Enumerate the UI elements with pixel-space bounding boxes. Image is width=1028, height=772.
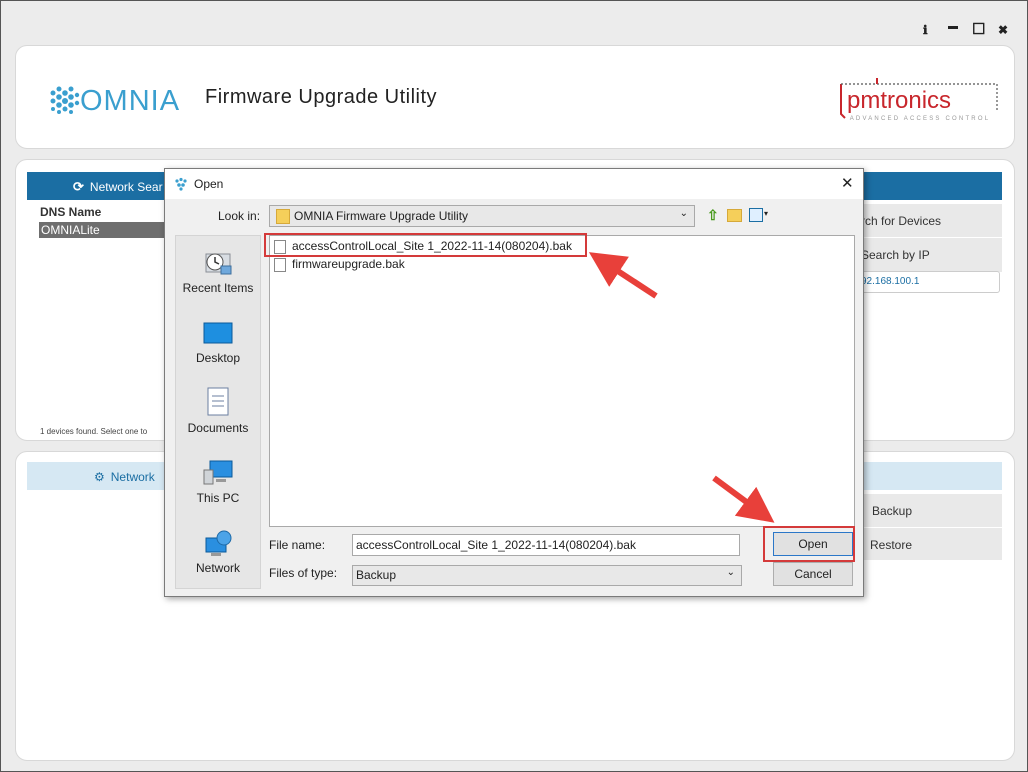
annotation-arrows — [588, 252, 775, 523]
arrow-to-file — [588, 252, 658, 299]
arrow-to-open — [712, 475, 775, 523]
